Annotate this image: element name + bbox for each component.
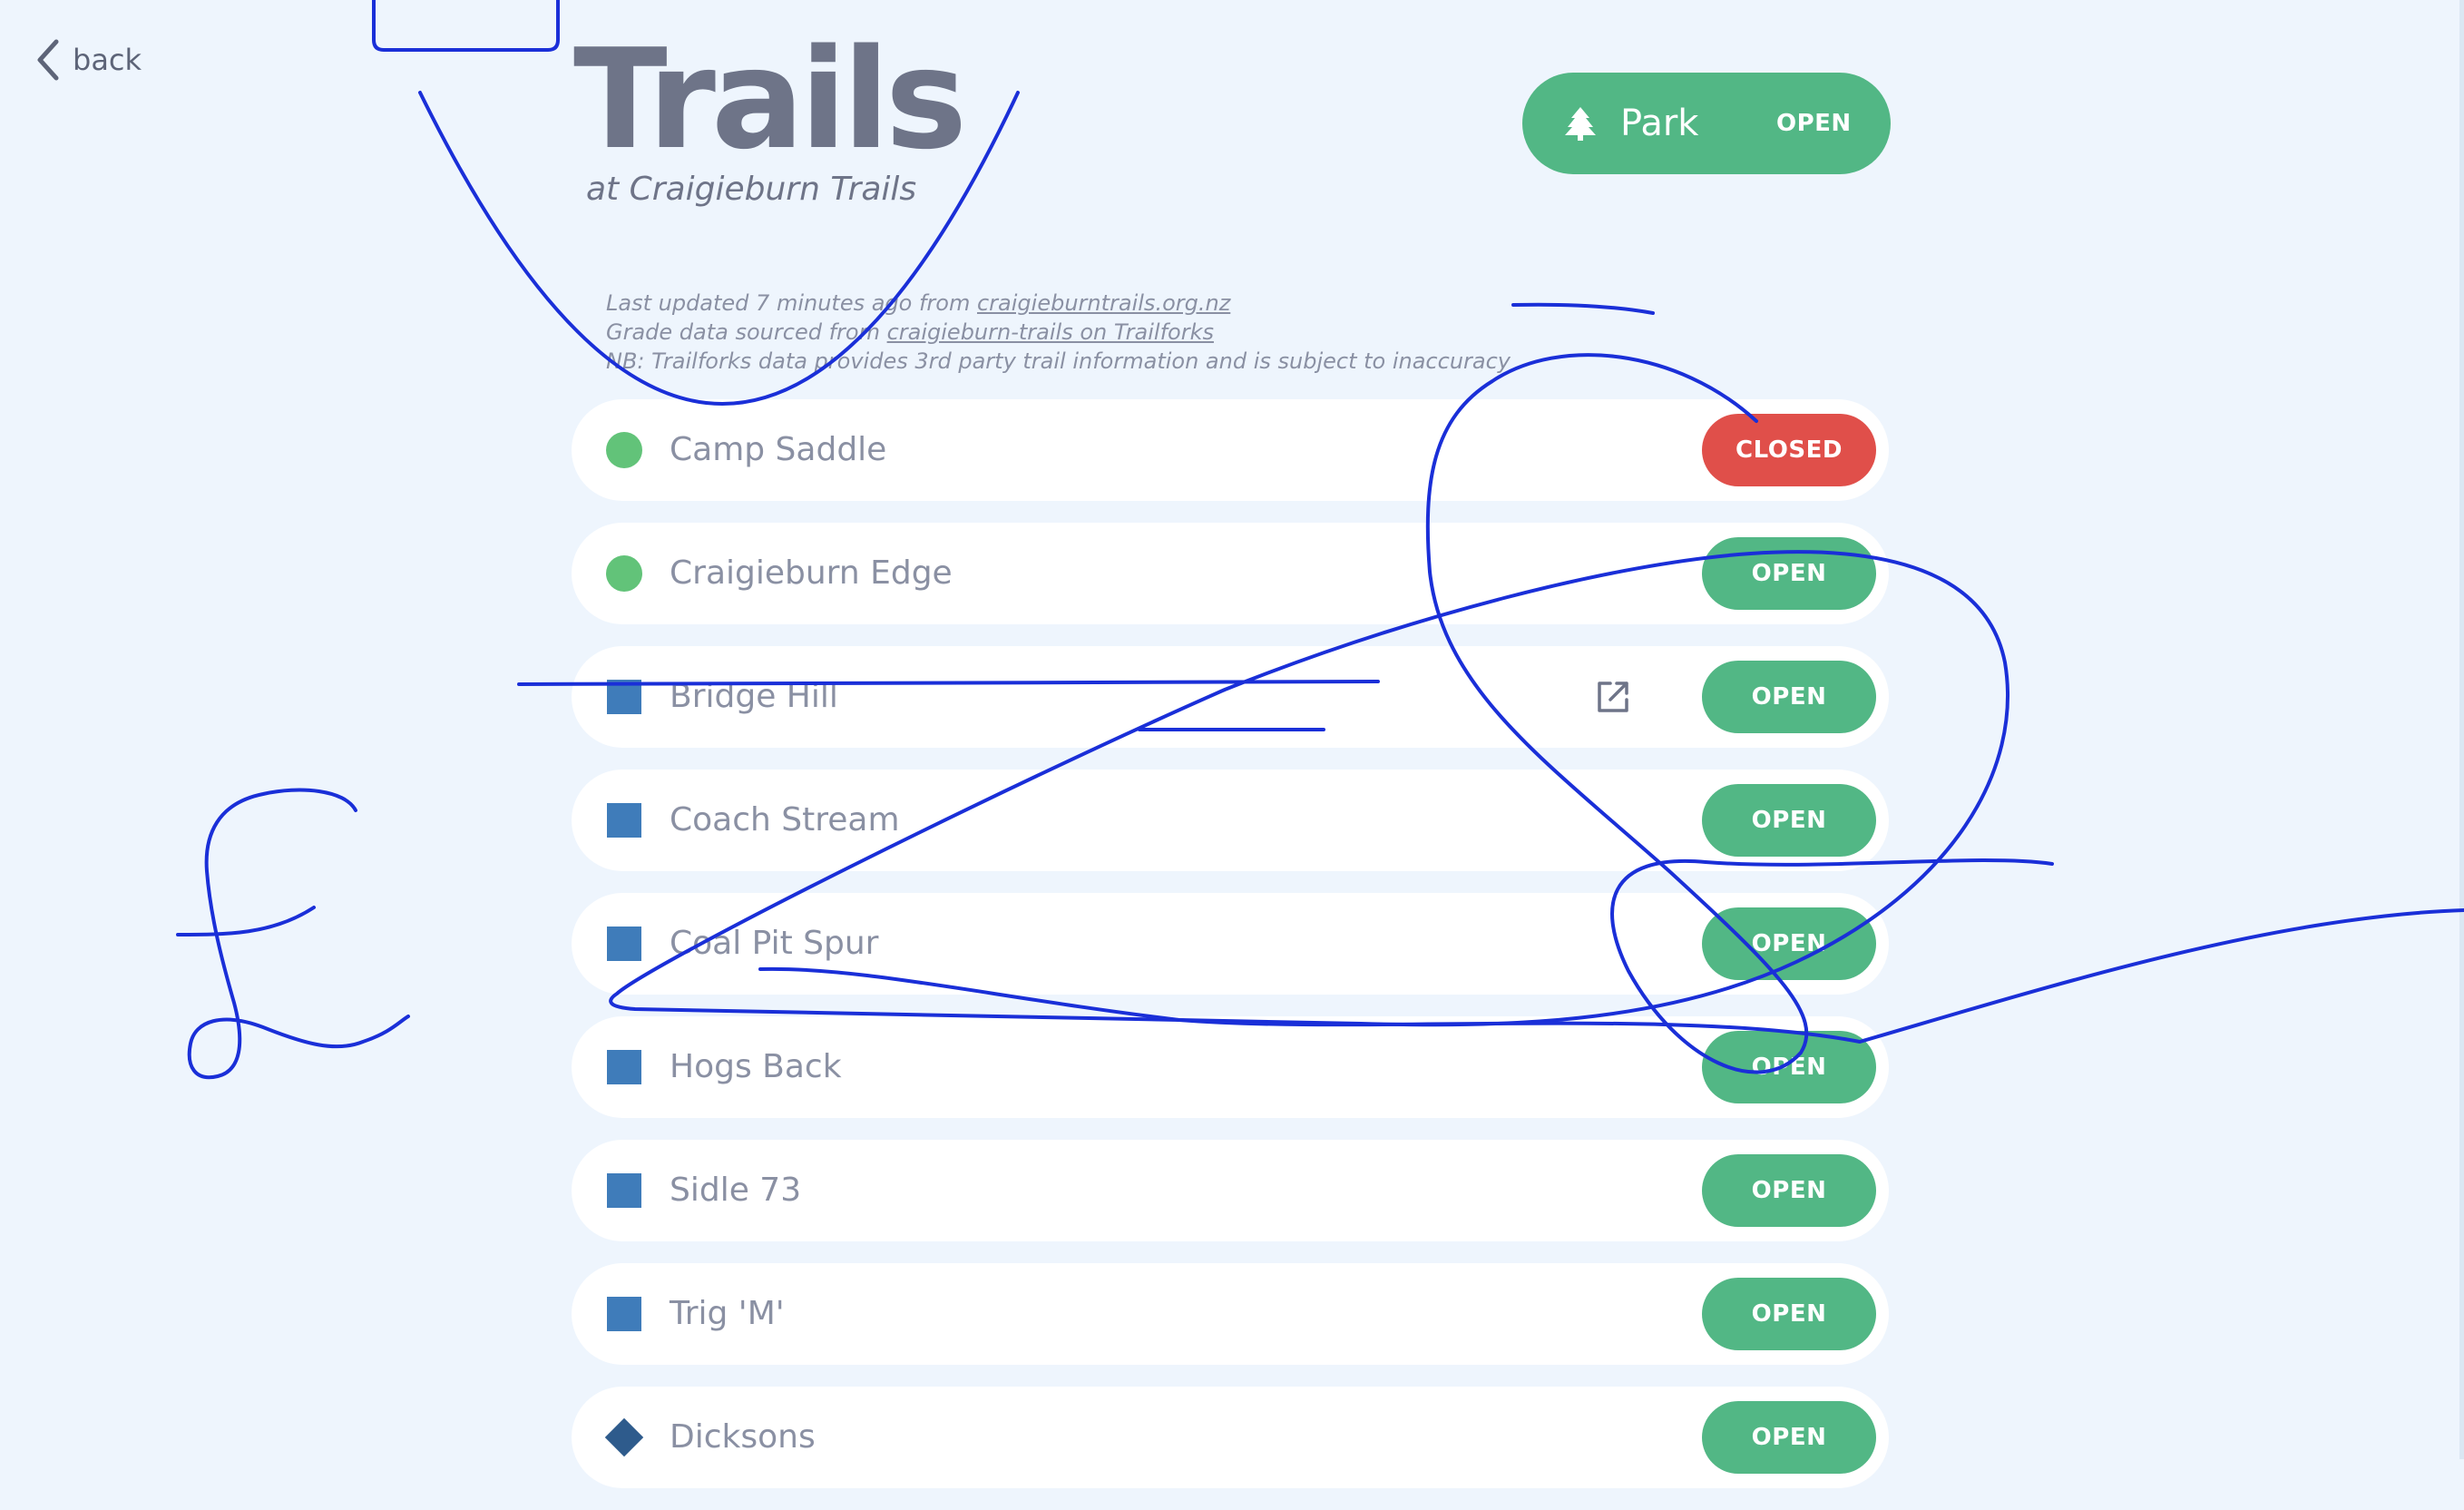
ink-box-stroke [372, 0, 560, 52]
source-link[interactable]: craigieburntrails.org.nz [977, 290, 1230, 316]
trail-row-camp-saddle[interactable]: Camp Saddle CLOSED [572, 399, 1889, 501]
park-status-button[interactable]: Park OPEN [1522, 73, 1891, 174]
trail-row-bridge-hill[interactable]: Bridge Hill OPEN [572, 646, 1889, 748]
green-circle-grade-icon [606, 432, 642, 468]
trail-row-hogs-back[interactable]: Hogs Back OPEN [572, 1016, 1889, 1118]
trail-row-coach-stream[interactable]: Coach Stream OPEN [572, 770, 1889, 871]
status-badge[interactable]: CLOSED [1702, 414, 1876, 486]
park-label: Park [1620, 103, 1699, 144]
blue-square-grade-icon [607, 803, 641, 838]
dark-blue-diamond-grade-icon [604, 1417, 644, 1457]
chevron-left-icon [36, 39, 60, 81]
status-badge[interactable]: OPEN [1702, 1154, 1876, 1227]
status-badge[interactable]: OPEN [1702, 1401, 1876, 1474]
blue-square-grade-icon [607, 680, 641, 714]
trail-name: Sidle 73 [670, 1172, 802, 1209]
status-badge[interactable]: OPEN [1702, 1278, 1876, 1350]
status-badge[interactable]: OPEN [1702, 907, 1876, 980]
trail-row-craigieburn-edge[interactable]: Craigieburn Edge OPEN [572, 523, 1889, 624]
trail-row-trig-m[interactable]: Trig 'M' OPEN [572, 1263, 1889, 1365]
disclaimer-line: NB: Trailforks data provides 3rd party t… [606, 348, 1511, 374]
back-label: back [73, 43, 142, 77]
ink-pound-bar-stroke [176, 906, 316, 936]
park-status: OPEN [1776, 110, 1852, 137]
trail-name: Hogs Back [670, 1048, 842, 1085]
update-info: Last updated 7 minutes ago from craigieb… [606, 289, 1511, 376]
page-subtitle: at Craigieburn Trails [586, 171, 917, 208]
trail-name: Bridge Hill [670, 678, 838, 715]
trail-name: Camp Saddle [670, 431, 887, 468]
page-title: Trails [573, 19, 967, 180]
trail-row-dicksons[interactable]: Dicksons OPEN [572, 1387, 1889, 1488]
tree-icon [1564, 105, 1597, 145]
trail-name: Craigieburn Edge [670, 554, 953, 592]
blue-square-grade-icon [607, 1050, 641, 1084]
external-link-icon[interactable] [1595, 679, 1631, 715]
page-edge [2459, 0, 2464, 1459]
green-circle-grade-icon [606, 555, 642, 592]
trailforks-link[interactable]: craigieburn-trails on Trailforks [887, 319, 1214, 345]
blue-square-grade-icon [607, 1173, 641, 1208]
trail-row-sidle-73[interactable]: Sidle 73 OPEN [572, 1140, 1889, 1241]
ink-small-dash-stroke [1511, 302, 1655, 315]
status-badge[interactable]: OPEN [1702, 537, 1876, 610]
status-badge[interactable]: OPEN [1702, 784, 1876, 857]
back-link[interactable]: back [36, 36, 142, 83]
trail-name: Dicksons [670, 1418, 816, 1456]
last-updated-line: Last updated 7 minutes ago from craigieb… [606, 290, 1231, 316]
trail-name: Coach Stream [670, 801, 900, 838]
blue-square-grade-icon [607, 1297, 641, 1331]
grade-source-line: Grade data sourced from craigieburn-trai… [606, 319, 1214, 345]
status-badge[interactable]: OPEN [1702, 1031, 1876, 1103]
blue-square-grade-icon [607, 927, 641, 961]
trail-row-coal-pit-spur[interactable]: Coal Pit Spur OPEN [572, 893, 1889, 995]
trail-list: Camp Saddle CLOSED Craigieburn Edge OPEN… [572, 399, 1889, 1510]
ink-pound-sign-stroke [187, 788, 410, 1080]
trail-name: Trig 'M' [670, 1295, 785, 1332]
trail-name: Coal Pit Spur [670, 925, 879, 962]
status-badge[interactable]: OPEN [1702, 661, 1876, 733]
